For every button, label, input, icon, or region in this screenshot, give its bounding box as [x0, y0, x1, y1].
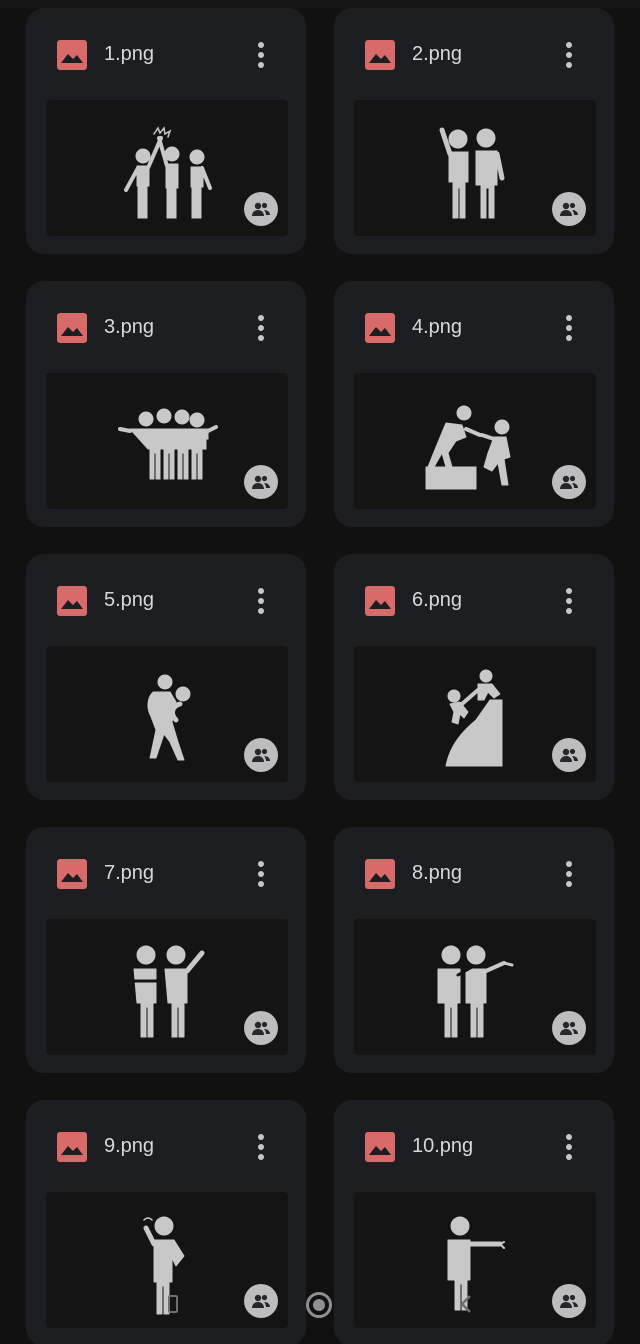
image-file-icon — [57, 586, 87, 616]
home-icon[interactable] — [306, 1292, 332, 1318]
file-thumbnail[interactable] — [354, 1192, 596, 1328]
more-options-button[interactable] — [556, 582, 582, 620]
file-card[interactable]: 3.png — [26, 281, 306, 527]
shared-people-icon — [552, 738, 586, 772]
file-card-header: 8.png — [334, 827, 614, 919]
shared-people-icon — [552, 192, 586, 226]
shared-people-icon — [244, 192, 278, 226]
more-options-button[interactable] — [248, 855, 274, 893]
shared-people-icon — [244, 1284, 278, 1318]
file-name: 5.png — [104, 589, 155, 611]
file-name: 3.png — [104, 316, 155, 338]
file-name: 9.png — [104, 1135, 155, 1157]
file-card[interactable]: 4.png — [334, 281, 614, 527]
file-thumbnail[interactable] — [46, 646, 288, 782]
image-file-icon — [365, 40, 395, 70]
file-card[interactable]: 8.png — [334, 827, 614, 1073]
file-thumbnail[interactable] — [46, 373, 288, 509]
shared-people-icon — [552, 1284, 586, 1318]
top-edge — [0, 0, 640, 8]
file-card-header: 1.png — [26, 8, 306, 100]
more-options-button[interactable] — [556, 309, 582, 347]
shared-people-icon — [552, 1011, 586, 1045]
file-card[interactable]: 6.png — [334, 554, 614, 800]
more-options-button[interactable] — [248, 582, 274, 620]
file-card[interactable]: 1.png — [26, 8, 306, 254]
file-browser-page: 1.png 2.png 3.png 4.png 5.png 6.png 7.pn… — [0, 0, 640, 1344]
file-thumbnail[interactable] — [354, 100, 596, 236]
more-options-button[interactable] — [556, 855, 582, 893]
file-name: 2.png — [412, 43, 463, 65]
image-file-icon — [365, 586, 395, 616]
file-name: 8.png — [412, 862, 463, 884]
more-options-button[interactable] — [556, 36, 582, 74]
file-grid: 1.png 2.png 3.png 4.png 5.png 6.png 7.pn… — [26, 8, 614, 1344]
shared-people-icon — [244, 738, 278, 772]
file-card[interactable]: 5.png — [26, 554, 306, 800]
file-card-header: 10.png — [334, 1100, 614, 1192]
file-card-header: 5.png — [26, 554, 306, 646]
more-options-button[interactable] — [248, 1128, 274, 1166]
shared-people-icon — [244, 1011, 278, 1045]
more-options-button[interactable] — [556, 1128, 582, 1166]
file-card-header: 3.png — [26, 281, 306, 373]
file-name: 4.png — [412, 316, 463, 338]
file-thumbnail[interactable] — [46, 100, 288, 236]
more-options-button[interactable] — [248, 309, 274, 347]
file-card-header: 2.png — [334, 8, 614, 100]
image-file-icon — [365, 859, 395, 889]
image-file-icon — [57, 40, 87, 70]
file-name: 10.png — [412, 1135, 474, 1157]
more-options-button[interactable] — [248, 36, 274, 74]
file-name: 1.png — [104, 43, 155, 65]
file-thumbnail[interactable] — [354, 373, 596, 509]
image-file-icon — [365, 1132, 395, 1162]
file-card-header: 7.png — [26, 827, 306, 919]
shared-people-icon — [552, 465, 586, 499]
file-card-header: 6.png — [334, 554, 614, 646]
image-file-icon — [365, 313, 395, 343]
file-card-header: 4.png — [334, 281, 614, 373]
file-name: 6.png — [412, 589, 463, 611]
file-name: 7.png — [104, 862, 155, 884]
file-card[interactable]: 2.png — [334, 8, 614, 254]
file-card-header: 9.png — [26, 1100, 306, 1192]
file-thumbnail[interactable] — [354, 646, 596, 782]
image-file-icon — [57, 313, 87, 343]
image-file-icon — [57, 1132, 87, 1162]
file-thumbnail[interactable] — [354, 919, 596, 1055]
file-card[interactable]: 7.png — [26, 827, 306, 1073]
image-file-icon — [57, 859, 87, 889]
file-card[interactable]: 10.png — [334, 1100, 614, 1344]
recents-icon[interactable] — [458, 1294, 474, 1314]
back-icon[interactable] — [166, 1294, 180, 1314]
shared-people-icon — [244, 465, 278, 499]
file-thumbnail[interactable] — [46, 919, 288, 1055]
